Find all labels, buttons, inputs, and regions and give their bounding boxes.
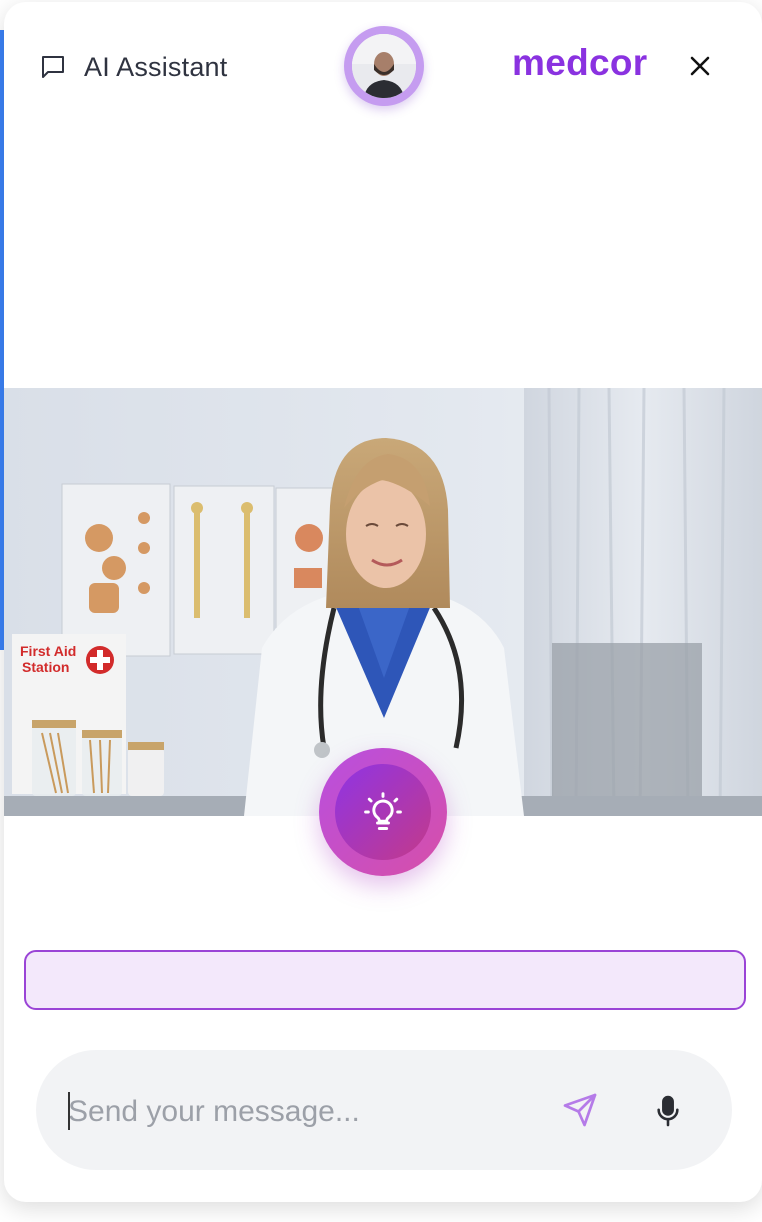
message-square-icon [38,52,68,82]
microphone-button[interactable] [654,1094,682,1128]
suggestions-button-core [335,764,431,860]
lightbulb-icon [364,792,402,830]
svg-text:First Aid: First Aid [20,643,76,659]
panel-header: AI Assistant medcor [4,2,762,132]
assistant-panel: AI Assistant medcor First Aid Station Se… [4,2,762,1202]
message-composer [36,1050,732,1170]
suggestion-bar[interactable] [24,950,746,1010]
send-icon [563,1093,597,1127]
svg-text:Station: Station [22,659,69,675]
microphone-icon [657,1095,679,1127]
assistant-title: AI Assistant [38,50,227,84]
close-button[interactable] [684,50,716,82]
suggestions-button[interactable] [319,748,447,876]
text-caret [68,1092,70,1130]
user-avatar-ring[interactable] [344,26,424,106]
brand-logo: medcor [512,42,648,83]
close-icon [690,56,710,76]
avatar [352,34,416,98]
assistant-label: AI Assistant [84,51,228,82]
message-input[interactable] [68,1090,538,1134]
send-button[interactable] [562,1092,598,1128]
